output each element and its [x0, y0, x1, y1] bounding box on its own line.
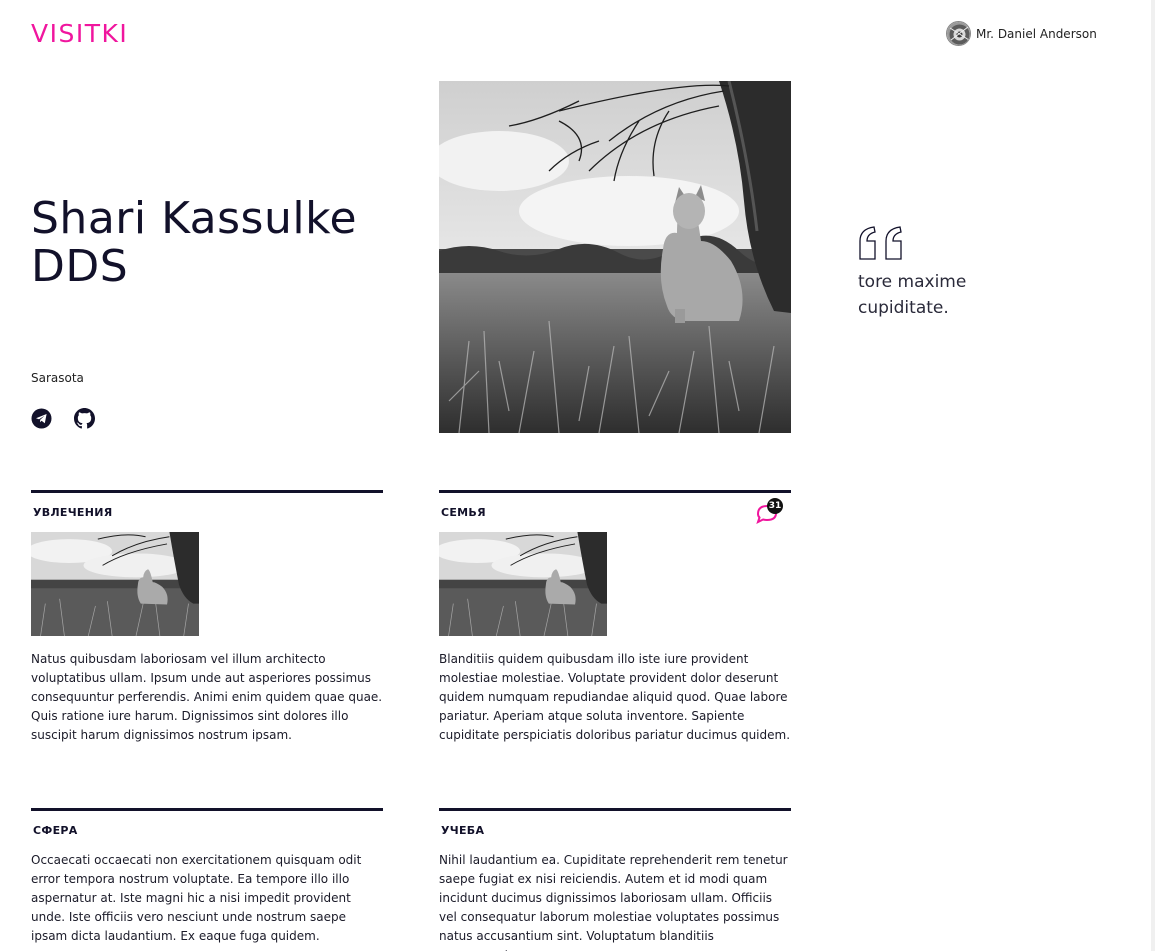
card-family: СЕМЬЯ 31 Blanditiis quidem quibusdam ill… [439, 490, 791, 745]
telegram-icon[interactable] [31, 408, 52, 429]
card-hobbies: УВЛЕЧЕНИЯ Natus quibusdam laboriosam vel… [31, 490, 383, 745]
card-text: Blanditiis quidem quibusdam illo iste iu… [439, 652, 791, 742]
card-photo [31, 532, 199, 636]
user-menu[interactable]: Mr. Daniel Anderson [946, 21, 1097, 46]
card-text: Nihil laudantium ea. Cupiditate reprehen… [439, 853, 788, 951]
card-title: УЧЕБА [441, 824, 485, 837]
card-title: СЕМЬЯ [441, 506, 486, 519]
quote-icon [859, 226, 902, 260]
comments-button[interactable]: 31 [754, 498, 783, 526]
profile-name: Shari Kassulke DDS [31, 193, 358, 292]
quote-text: tore maxime cupiditate. [858, 272, 967, 318]
social-links [31, 408, 95, 429]
card-title: УВЛЕЧЕНИЯ [33, 506, 113, 519]
card-title: СФЕРА [33, 824, 78, 837]
profile-city: Sarasota [31, 371, 84, 385]
user-name[interactable]: Mr. Daniel Anderson [976, 27, 1097, 41]
comment-count-badge: 31 [767, 498, 783, 514]
card-text: Occaecati occaecati non exercitationem q… [31, 853, 362, 943]
card-photo [439, 532, 607, 636]
profile-photo [439, 81, 791, 433]
quote-block: tore maxime cupiditate. [858, 225, 1018, 321]
card-text: Natus quibusdam laboriosam vel illum arc… [31, 652, 383, 742]
avatar [946, 21, 971, 46]
site-logo[interactable]: VISITKI [31, 19, 128, 48]
card-education: УЧЕБА Nihil laudantium ea. Cupiditate re… [439, 808, 791, 951]
github-icon[interactable] [74, 408, 95, 429]
scrollbar[interactable] [1151, 0, 1155, 951]
card-field: СФЕРА Occaecati occaecati non exercitati… [31, 808, 383, 946]
